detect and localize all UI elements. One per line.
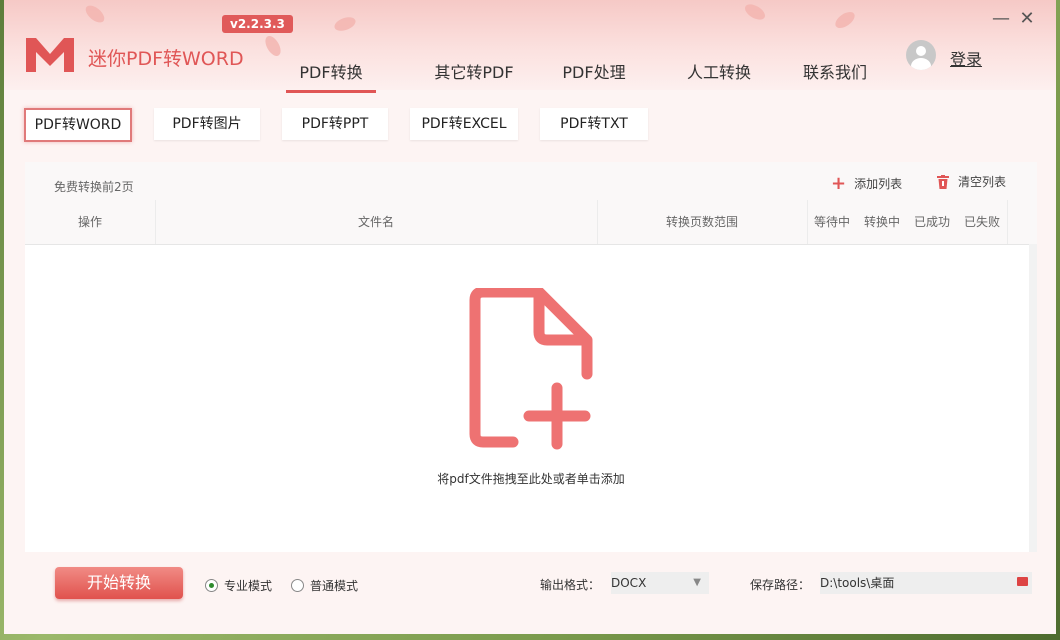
col-filename: 文件名 [155, 200, 598, 244]
trash-icon [937, 175, 949, 189]
col-converting: 转换中 [857, 200, 907, 244]
folder-icon[interactable] [1017, 577, 1028, 586]
clear-list-label: 清空列表 [958, 173, 1006, 190]
free-note: 免费转换前2页 [54, 178, 134, 195]
drop-hint: 将pdf文件拖拽至此处或者单击添加 [25, 470, 1037, 487]
avatar[interactable] [906, 40, 936, 70]
nav-pdf-process[interactable]: PDF处理 [530, 62, 658, 90]
mode-normal-radio[interactable]: 普通模式 [291, 577, 358, 594]
save-path-value: D:\tools\桌面 [820, 572, 894, 594]
clear-list-button[interactable]: 清空列表 [937, 173, 1006, 190]
scrollbar[interactable] [1029, 244, 1037, 552]
radio-unchecked-icon [291, 579, 304, 592]
tab-pdf-to-image[interactable]: PDF转图片 [154, 108, 260, 140]
mode-pro-label: 专业模式 [224, 577, 272, 594]
tab-pdf-to-txt[interactable]: PDF转TXT [540, 108, 648, 140]
col-action: 操作 [25, 200, 156, 244]
chevron-down-icon: ▼ [693, 572, 701, 594]
tab-pdf-to-excel[interactable]: PDF转EXCEL [410, 108, 518, 140]
add-list-label: 添加列表 [854, 175, 902, 192]
col-waiting: 等待中 [807, 200, 857, 244]
petal-decoration [83, 2, 108, 25]
nav-contact-us[interactable]: 联系我们 [780, 62, 890, 90]
nav-manual-convert[interactable]: 人工转换 [658, 62, 780, 90]
col-success: 已成功 [907, 200, 957, 244]
format-select[interactable]: DOCX ▼ [611, 572, 709, 594]
format-label: 输出格式： [540, 576, 600, 593]
login-link[interactable]: 登录 [950, 46, 982, 70]
col-failed: 已失败 [957, 200, 1008, 244]
add-file-icon[interactable] [469, 288, 595, 450]
header: 迷你PDF转WORD v2.2.3.3 PDF转换 其它转PDF PDF处理 人… [4, 0, 1056, 90]
close-button[interactable]: ✕ [1016, 8, 1038, 29]
nav-pdf-convert[interactable]: PDF转换 [286, 62, 376, 93]
convert-type-tabs: PDF转WORD PDF转图片 PDF转PPT PDF转EXCEL PDF转TX… [24, 108, 670, 142]
logo-icon [24, 34, 76, 74]
table-header: 操作 文件名 转换页数范围 等待中 转换中 已成功 已失败 [25, 200, 1037, 245]
save-path-field[interactable]: D:\tools\桌面 [820, 572, 1032, 594]
petal-decoration [833, 9, 858, 31]
main-nav: PDF转换 其它转PDF PDF处理 人工转换 联系我们 [286, 62, 890, 93]
col-page-range: 转换页数范围 [597, 200, 808, 244]
mode-normal-label: 普通模式 [310, 577, 358, 594]
start-convert-button[interactable]: 开始转换 [55, 567, 183, 599]
minimize-button[interactable]: — [990, 8, 1012, 29]
radio-checked-icon [205, 579, 218, 592]
version-badge: v2.2.3.3 [222, 15, 293, 33]
format-value: DOCX [611, 572, 646, 594]
bottom-bar: 开始转换 专业模式 普通模式 输出格式： DOCX ▼ 保存路径： D:\too… [25, 552, 1037, 614]
file-list-panel: 免费转换前2页 + 添加列表 清空列表 操作 文件名 转换页数范围 等待中 转换… [25, 162, 1037, 552]
app-window: 迷你PDF转WORD v2.2.3.3 PDF转换 其它转PDF PDF处理 人… [4, 0, 1056, 634]
panel-toolbar: 免费转换前2页 + 添加列表 清空列表 [25, 162, 1037, 200]
nav-other-to-pdf[interactable]: 其它转PDF [418, 62, 530, 90]
tab-pdf-to-ppt[interactable]: PDF转PPT [282, 108, 388, 140]
app-title: 迷你PDF转WORD [88, 44, 244, 71]
tab-pdf-to-word[interactable]: PDF转WORD [24, 108, 132, 142]
petal-decoration [262, 33, 283, 58]
petal-decoration [333, 15, 358, 34]
path-label: 保存路径： [750, 576, 810, 593]
add-list-button[interactable]: + 添加列表 [831, 173, 902, 194]
mode-pro-radio[interactable]: 专业模式 [205, 577, 272, 594]
plus-icon: + [831, 173, 846, 194]
petal-decoration [742, 1, 767, 22]
